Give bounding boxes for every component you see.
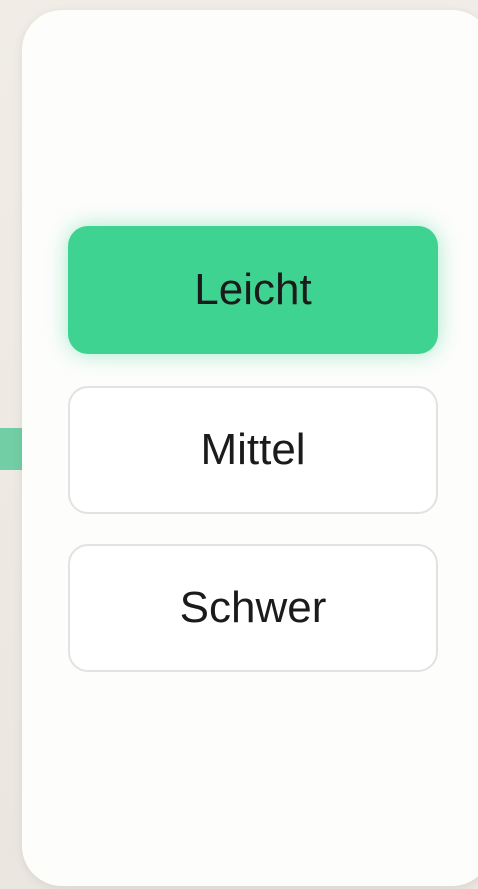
screen: Leicht Mittel Schwer	[0, 0, 478, 889]
difficulty-option-hard[interactable]: Schwer	[68, 544, 438, 672]
difficulty-option-medium[interactable]: Mittel	[68, 386, 438, 514]
difficulty-panel: Leicht Mittel Schwer	[22, 10, 478, 886]
difficulty-option-easy[interactable]: Leicht	[68, 226, 438, 354]
